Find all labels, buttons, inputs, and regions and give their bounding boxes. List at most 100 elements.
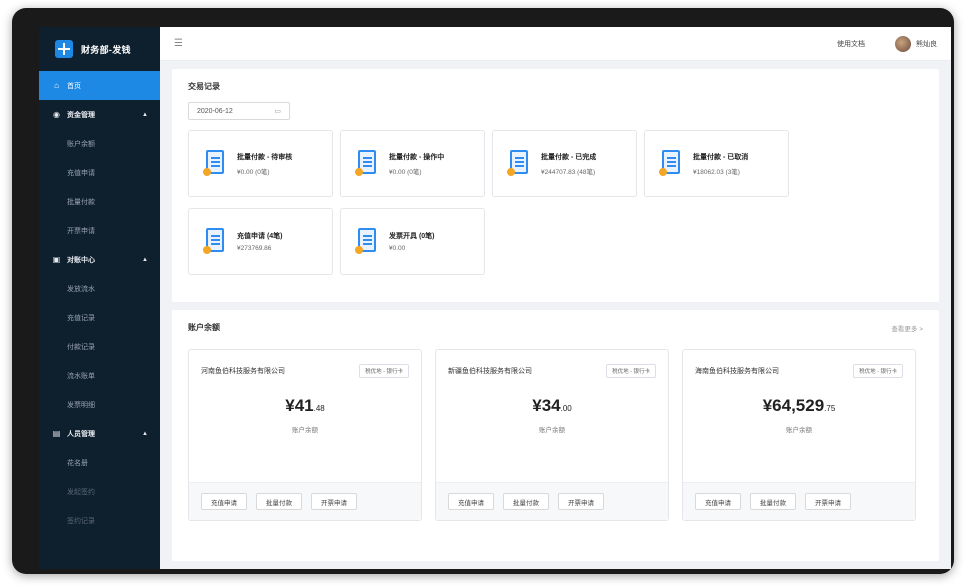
- amount-decimal: .75: [824, 404, 836, 413]
- account-card: 海南鱼伯科技服务有限公司 税优地 - 银行卡 ¥64,529.75 账户余额 充值…: [682, 349, 916, 521]
- tx-card-name: 发票开具 (0笔): [389, 233, 435, 240]
- balance-panel: 账户余额 查看更多 > 河南鱼伯科技服务有限公司 税优地 - 银行卡 ¥41.48…: [172, 310, 939, 561]
- clipboard-icon: [507, 149, 531, 178]
- batch-pay-button[interactable]: 批量付款: [503, 493, 549, 510]
- chevron-up-icon: ▲: [142, 256, 148, 263]
- account-name: 海南鱼伯科技服务有限公司: [695, 368, 779, 375]
- account-name: 新疆鱼伯科技服务有限公司: [448, 368, 532, 375]
- account-label: 账户余额: [786, 427, 812, 434]
- sidebar-item-payout-flow[interactable]: 发放流水: [39, 274, 160, 303]
- user-name[interactable]: 熊灿良: [916, 39, 937, 49]
- sidebar-item-batch-pay[interactable]: 批量付款: [39, 187, 160, 216]
- sidebar-item-account-balance[interactable]: 账户余额: [39, 129, 160, 158]
- sidebar-item-label: 批量付款: [67, 198, 95, 206]
- tx-card-batch-cancelled[interactable]: 批量付款 - 已取消 ¥18062.03 (3笔): [644, 130, 789, 197]
- tx-card-invoice[interactable]: 发票开具 (0笔) ¥0.00: [340, 208, 485, 275]
- tx-card-name: 批量付款 - 操作中: [389, 153, 445, 161]
- clipboard-icon: [203, 149, 227, 178]
- tx-card-name: 批量付款 - 已取消: [693, 153, 749, 161]
- account-amount: ¥34.00: [436, 396, 668, 416]
- tx-card-batch-pending[interactable]: 批量付款 - 待审核 ¥0.00 (0笔): [188, 130, 333, 197]
- sidebar-item-statement[interactable]: 流水账单: [39, 361, 160, 390]
- tx-card-amount: ¥0.00 (0笔): [389, 168, 422, 176]
- docs-link[interactable]: 使用文档: [837, 39, 865, 49]
- topbar: ☰ 使用文档 熊灿良: [160, 27, 951, 61]
- amount-decimal: .00: [560, 404, 572, 413]
- account-amount: ¥64,529.75: [683, 396, 915, 416]
- sidebar-item-label: 付款记录: [67, 343, 95, 351]
- sidebar: 财务部-发钱 ⌂ 首页 ◉ 资金管理 ▲ 账户余额 充值申请 批量付款 开票申请…: [39, 27, 160, 569]
- wallet-icon: [203, 227, 227, 256]
- chevron-up-icon: ▲: [142, 430, 148, 437]
- sidebar-group-label: 人员管理: [67, 430, 95, 438]
- sidebar-item-label: 流水账单: [67, 372, 95, 380]
- invoice-button[interactable]: 开票申请: [311, 493, 357, 510]
- clipboard-icon: [355, 149, 379, 178]
- amount-integer: ¥34: [532, 396, 561, 415]
- account-card: 新疆鱼伯科技服务有限公司 税优地 - 银行卡 ¥34.00 账户余额 充值申请 批…: [435, 349, 669, 521]
- recharge-button[interactable]: 充值申请: [695, 493, 741, 510]
- transactions-panel: 交易记录 2020-06-12 ▭ 批量付款 - 待审核 ¥0.00 (0笔) 批…: [172, 69, 939, 302]
- invoice-button[interactable]: 开票申请: [558, 493, 604, 510]
- brand-logo[interactable]: 财务部-发钱: [39, 27, 160, 71]
- device-frame: 财务部-发钱 ⌂ 首页 ◉ 资金管理 ▲ 账户余额 充值申请 批量付款 开票申请…: [12, 8, 954, 574]
- tx-card-name: 批量付款 - 待审核: [237, 153, 293, 161]
- tx-card-batch-completed[interactable]: 批量付款 - 已完成 ¥244707.83 (48笔): [492, 130, 637, 197]
- sidebar-item-home[interactable]: ⌂ 首页: [39, 71, 160, 100]
- batch-pay-button[interactable]: 批量付款: [750, 493, 796, 510]
- brand-title: 财务部-发钱: [81, 44, 131, 55]
- account-name: 河南鱼伯科技服务有限公司: [201, 368, 285, 375]
- topbar-right: 使用文档 熊灿良: [837, 35, 937, 52]
- account-amount: ¥41.48: [189, 396, 421, 416]
- sidebar-item-label: 签约记录: [67, 517, 95, 525]
- sidebar-item-invoice-apply[interactable]: 开票申请: [39, 216, 160, 245]
- sidebar-item-label: 首页: [67, 82, 81, 90]
- amount-integer: ¥41: [285, 396, 314, 415]
- sidebar-group-reconcile[interactable]: ▣ 对账中心 ▲: [39, 245, 160, 274]
- tx-card-amount: ¥273769.86: [237, 245, 272, 252]
- ledger-icon: ▣: [52, 254, 61, 264]
- avatar[interactable]: [895, 35, 911, 52]
- view-more-link[interactable]: 查看更多 >: [891, 323, 923, 333]
- date-picker[interactable]: 2020-06-12 ▭: [188, 102, 290, 120]
- main-area: ☰ 使用文档 熊灿良 交易记录 2020-06-12 ▭ 批量付款 - 待审核 …: [160, 27, 951, 569]
- account-label: 账户余额: [539, 427, 565, 434]
- sidebar-item-sign-records[interactable]: 签约记录: [39, 506, 160, 535]
- sidebar-item-payment-records[interactable]: 付款记录: [39, 332, 160, 361]
- account-tag: 税优地 - 银行卡: [853, 364, 903, 378]
- recharge-button[interactable]: 充值申请: [448, 493, 494, 510]
- sidebar-group-people[interactable]: ▤ 人员管理 ▲: [39, 419, 160, 448]
- batch-pay-button[interactable]: 批量付款: [256, 493, 302, 510]
- sidebar-group-funds[interactable]: ◉ 资金管理 ▲: [39, 100, 160, 129]
- app-screen: 财务部-发钱 ⌂ 首页 ◉ 资金管理 ▲ 账户余额 充值申请 批量付款 开票申请…: [39, 27, 951, 569]
- tx-card-recharge[interactable]: 充值申请 (4笔) ¥273769.86: [188, 208, 333, 275]
- sidebar-item-recharge-records[interactable]: 充值记录: [39, 303, 160, 332]
- home-icon: ⌂: [54, 80, 59, 90]
- amount-decimal: .48: [313, 404, 325, 413]
- transaction-cards: 批量付款 - 待审核 ¥0.00 (0笔) 批量付款 - 操作中 ¥0.00 (0笔…: [188, 130, 923, 275]
- sidebar-item-label: 开票申请: [67, 227, 95, 235]
- transactions-title: 交易记录: [188, 82, 220, 91]
- invoice-button[interactable]: 开票申请: [805, 493, 851, 510]
- tx-card-amount: ¥0.00: [389, 245, 406, 252]
- sidebar-group-label: 对账中心: [67, 256, 95, 264]
- content: 交易记录 2020-06-12 ▭ 批量付款 - 待审核 ¥0.00 (0笔) 批…: [160, 61, 951, 569]
- account-tag: 税优地 - 银行卡: [606, 364, 656, 378]
- sidebar-item-label: 发起签约: [67, 488, 95, 496]
- tx-card-amount: ¥0.00 (0笔): [237, 168, 270, 176]
- sidebar-item-invoice-detail[interactable]: 发票明细: [39, 390, 160, 419]
- calendar-icon: ▭: [274, 108, 281, 115]
- balance-title: 账户余额: [188, 323, 220, 332]
- menu-toggle-icon[interactable]: ☰: [174, 38, 183, 49]
- sidebar-item-label: 充值记录: [67, 314, 95, 322]
- sidebar-item-recharge[interactable]: 充值申请: [39, 158, 160, 187]
- sidebar-item-start-sign[interactable]: 发起签约: [39, 477, 160, 506]
- recharge-button[interactable]: 充值申请: [201, 493, 247, 510]
- tx-card-batch-processing[interactable]: 批量付款 - 操作中 ¥0.00 (0笔): [340, 130, 485, 197]
- tx-card-name: 批量付款 - 已完成: [541, 153, 597, 161]
- sidebar-item-roster[interactable]: 花名册: [39, 448, 160, 477]
- logo-icon: [55, 40, 73, 58]
- invoice-printer-icon: [355, 227, 379, 256]
- tx-card-amount: ¥244707.83 (48笔): [541, 168, 596, 176]
- amount-integer: ¥64,529: [762, 396, 825, 415]
